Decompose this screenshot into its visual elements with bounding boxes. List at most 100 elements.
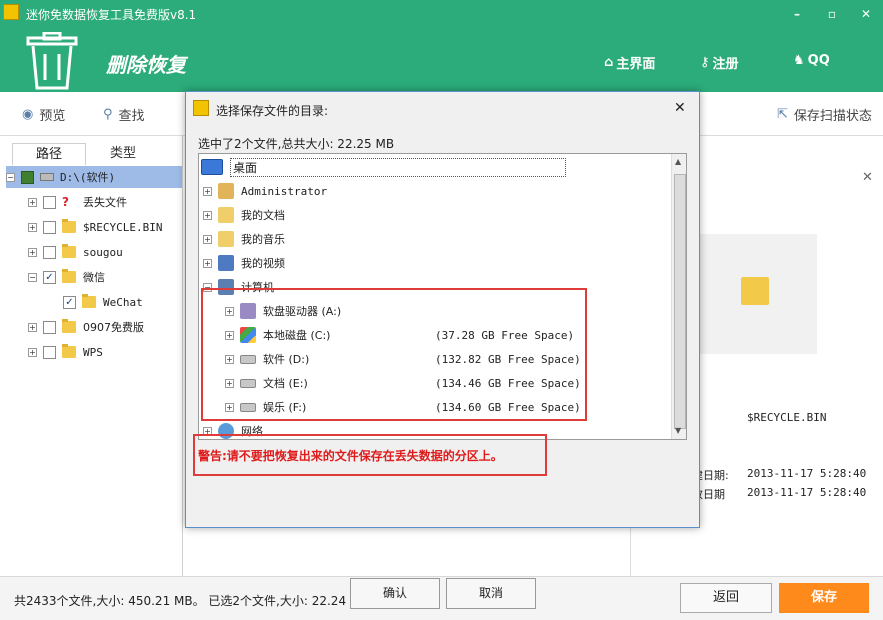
search-button[interactable]: ⚲ 查找 xyxy=(103,105,145,124)
tree-item-weixin[interactable]: − ✓ 微信 xyxy=(28,266,105,288)
collapse-icon[interactable]: − xyxy=(28,272,37,282)
expand-icon[interactable]: + xyxy=(28,322,37,332)
tree-item-label: WPS xyxy=(83,345,103,359)
tree-item-drive-d[interactable]: − D:\(软件) xyxy=(6,166,182,188)
documents-folder-icon xyxy=(218,207,234,223)
expand-icon[interactable]: + xyxy=(28,197,37,207)
missing-file-icon: ? xyxy=(62,195,69,209)
status-bar: 共2433个文件,大小: 450.21 MB。 已选2个文件,大小: 22.24… xyxy=(0,576,883,620)
scroll-thumb[interactable] xyxy=(674,174,686,429)
save-scan-label: 保存扫描状态 xyxy=(793,109,872,124)
folder-icon xyxy=(62,219,76,233)
export-icon: ⇱ xyxy=(777,107,788,122)
expand-icon[interactable]: + xyxy=(28,247,37,257)
dir-item-label: 我的文档 xyxy=(241,209,285,222)
close-preview-icon[interactable]: ✕ xyxy=(862,170,873,185)
left-panel: 路径 类型 − D:\(软件) + ? 丢失文件 + $RECYCLE.BIN … xyxy=(0,136,183,576)
nav-qq-label: QQ xyxy=(807,53,830,68)
tree-item-sougou[interactable]: + sougou xyxy=(28,241,123,263)
key-icon: ⚷ xyxy=(700,55,710,70)
folder-icon xyxy=(62,244,76,258)
scroll-up-icon[interactable]: ▲ xyxy=(675,157,681,166)
tree-checkbox[interactable] xyxy=(43,320,56,334)
folder-icon xyxy=(62,269,76,283)
desktop-icon xyxy=(201,159,223,175)
tree-checkbox[interactable]: ✓ xyxy=(63,295,76,309)
tree-item-label: sougou xyxy=(83,245,123,259)
tree-item-label: 丢失文件 xyxy=(83,196,127,209)
dir-item-documents[interactable]: + 我的文档 xyxy=(203,204,285,226)
save-scan-state-button[interactable]: ⇱ 保存扫描状态 xyxy=(777,105,872,124)
maximize-button[interactable]: ▫ xyxy=(822,4,842,24)
nav-qq[interactable]: ♞ QQ xyxy=(793,53,830,68)
file-count-status: 共2433个文件,大小: 450.21 MB。 已选2个文件,大小: 22.24… xyxy=(14,594,381,608)
tab-type[interactable]: 类型 xyxy=(86,143,160,165)
tree-item-0907[interactable]: + 0907免费版 xyxy=(28,316,144,338)
tree-item-label: D:\(软件) xyxy=(60,171,116,184)
tree-item-wps[interactable]: + WPS xyxy=(28,341,103,363)
preview-label: 预览 xyxy=(39,109,66,124)
cancel-button[interactable]: 取消 xyxy=(446,578,536,609)
app-title: 迷你免数据恢复工具免费版v8.1 xyxy=(26,8,197,22)
bell-icon: ♞ xyxy=(793,53,805,68)
dialog-summary: 选中了2个文件,总共大小: 22.25 MB xyxy=(198,137,395,151)
dir-item-label: 我的音乐 xyxy=(241,233,285,246)
tree-item-lost-files[interactable]: + ? 丢失文件 xyxy=(28,191,127,213)
nav-home-label: 主界面 xyxy=(616,57,656,72)
drive-list-highlight xyxy=(201,288,587,421)
tree-item-label: 微信 xyxy=(83,271,105,284)
tree-checkbox[interactable] xyxy=(43,195,56,209)
dir-item-label: 我的视频 xyxy=(241,257,285,270)
search-label: 查找 xyxy=(118,109,145,124)
folder-icon xyxy=(62,319,76,333)
expand-icon[interactable]: + xyxy=(203,210,212,220)
user-folder-icon xyxy=(218,183,234,199)
page-title: 删除恢复 xyxy=(106,53,186,77)
folder-icon xyxy=(62,344,76,358)
collapse-icon[interactable]: − xyxy=(6,172,15,182)
tree-checkbox[interactable] xyxy=(21,170,34,184)
eye-icon: ◉ xyxy=(22,107,34,122)
tree-item-wechat[interactable]: ✓ WeChat xyxy=(63,291,143,313)
drive-icon xyxy=(40,173,54,181)
confirm-button[interactable]: 确认 xyxy=(350,578,440,609)
trash-icon xyxy=(26,32,78,90)
dir-item-administrator[interactable]: + Administrator xyxy=(203,180,327,202)
tree-item-label: $RECYCLE.BIN xyxy=(83,220,163,234)
back-button[interactable]: 返回 xyxy=(680,583,772,613)
expand-icon[interactable]: + xyxy=(203,234,212,244)
dialog-titlebar: 选择保存文件的目录: ✕ xyxy=(186,92,699,125)
modified-date-value: 2013-11-17 5:28:40 xyxy=(747,486,867,499)
nav-home[interactable]: ⌂ 主界面 xyxy=(604,53,655,72)
folder-icon xyxy=(741,277,769,305)
tree-item-label: 0907免费版 xyxy=(83,321,144,334)
close-button[interactable]: ✕ xyxy=(856,4,876,24)
dialog-title: 选择保存文件的目录: xyxy=(216,104,329,118)
tab-path[interactable]: 路径 xyxy=(12,143,86,165)
search-icon: ⚲ xyxy=(103,107,113,122)
music-folder-icon xyxy=(218,231,234,247)
tree-checkbox[interactable] xyxy=(43,220,56,234)
expand-icon[interactable]: + xyxy=(28,222,37,232)
nav-register-label: 注册 xyxy=(712,57,739,72)
preview-button[interactable]: ◉ 预览 xyxy=(22,105,65,124)
app-header: 迷你免数据恢复工具免费版v8.1 – ▫ ✕ 删除恢复 ⌂ 主界面 ⚷ 注册 ♞ QQ xyxy=(0,0,883,92)
save-button[interactable]: 保存 xyxy=(779,583,869,613)
expand-icon[interactable]: + xyxy=(28,347,37,357)
tree-scrollbar[interactable]: ▲ ▼ xyxy=(671,154,686,439)
nav-register[interactable]: ⚷ 注册 xyxy=(700,53,739,72)
tree-item-recycle-bin[interactable]: + $RECYCLE.BIN xyxy=(28,216,162,238)
minimize-button[interactable]: – xyxy=(787,4,807,24)
preview-name: $RECYCLE.BIN xyxy=(747,411,827,424)
dialog-close-icon[interactable]: ✕ xyxy=(674,100,686,116)
tree-item-label: WeChat xyxy=(103,295,143,309)
dir-item-desktop[interactable]: 桌面 xyxy=(201,156,566,178)
dir-item-videos[interactable]: + 我的视频 xyxy=(203,252,285,274)
expand-icon[interactable]: + xyxy=(203,186,212,196)
scroll-down-icon[interactable]: ▼ xyxy=(675,426,681,435)
dir-item-music[interactable]: + 我的音乐 xyxy=(203,228,285,250)
tree-checkbox[interactable] xyxy=(43,345,56,359)
tree-checkbox[interactable] xyxy=(43,245,56,259)
tree-checkbox[interactable]: ✓ xyxy=(43,270,56,284)
expand-icon[interactable]: + xyxy=(203,258,212,268)
